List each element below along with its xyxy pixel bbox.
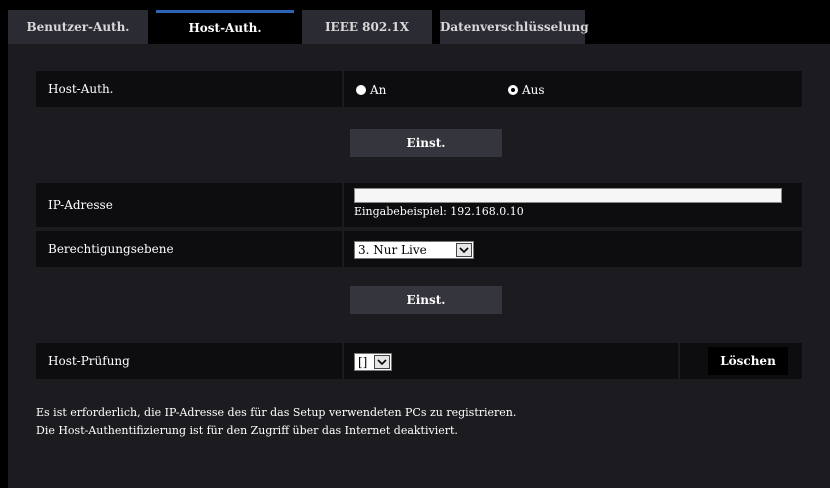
tab-data-encryption[interactable]: Datenverschlüsselung (440, 10, 589, 44)
radio-off-indicator[interactable] (508, 85, 518, 95)
radio-on-indicator[interactable] (356, 85, 366, 95)
host-check-label: Host-Prüfung (48, 354, 130, 368)
tab-bar: Benutzer-Auth. Host-Auth. IEEE 802.1X Da… (8, 10, 830, 44)
chevron-down-icon[interactable] (456, 243, 472, 257)
ip-address-label: IP-Adresse (48, 198, 113, 212)
row-divider (342, 183, 344, 227)
host-auth-label: Host-Auth. (48, 82, 114, 96)
permission-level-row: Berechtigungsebene 3. Nur Live (36, 231, 802, 267)
info-note-1: Es ist erforderlich, die IP-Adresse des … (36, 406, 517, 419)
radio-off-label: Aus (522, 83, 545, 97)
row-divider (678, 343, 680, 379)
host-check-row: Host-Prüfung [] Löschen (36, 343, 802, 379)
host-auth-row: Host-Auth. An Aus (36, 71, 802, 107)
row-divider (342, 343, 344, 379)
chevron-down-icon[interactable] (374, 355, 390, 369)
delete-button[interactable]: Löschen (708, 347, 788, 375)
permission-level-label: Berechtigungsebene (48, 242, 174, 256)
set-button-host-auth[interactable]: Einst. (350, 129, 502, 157)
ip-address-hint: Eingabebeispiel: 192.168.0.10 (354, 205, 524, 218)
radio-off[interactable]: Aus (508, 83, 545, 97)
host-check-value: [] (358, 355, 368, 369)
radio-on-label: An (370, 83, 387, 97)
permission-level-value: 3. Nur Live (358, 243, 427, 257)
tab-ieee-8021x[interactable]: IEEE 802.1X (302, 10, 432, 44)
info-note-2: Die Host-Authentifizierung ist für den Z… (36, 424, 458, 437)
radio-on[interactable]: An (356, 83, 386, 97)
ip-address-row: IP-Adresse Eingabebeispiel: 192.168.0.10 (36, 183, 802, 227)
ip-address-input[interactable] (354, 188, 782, 203)
settings-frame: Benutzer-Auth. Host-Auth. IEEE 802.1X Da… (8, 0, 830, 488)
host-check-select[interactable]: [] (354, 353, 392, 371)
row-divider (342, 231, 344, 267)
content-area: Host-Auth. An Aus Einst. IP-Adresse Eing… (8, 44, 830, 488)
set-button-ip[interactable]: Einst. (350, 286, 502, 314)
tab-host-auth[interactable]: Host-Auth. (156, 10, 294, 44)
tab-user-auth[interactable]: Benutzer-Auth. (8, 10, 148, 44)
row-divider (342, 71, 344, 107)
permission-level-select[interactable]: 3. Nur Live (354, 241, 474, 259)
